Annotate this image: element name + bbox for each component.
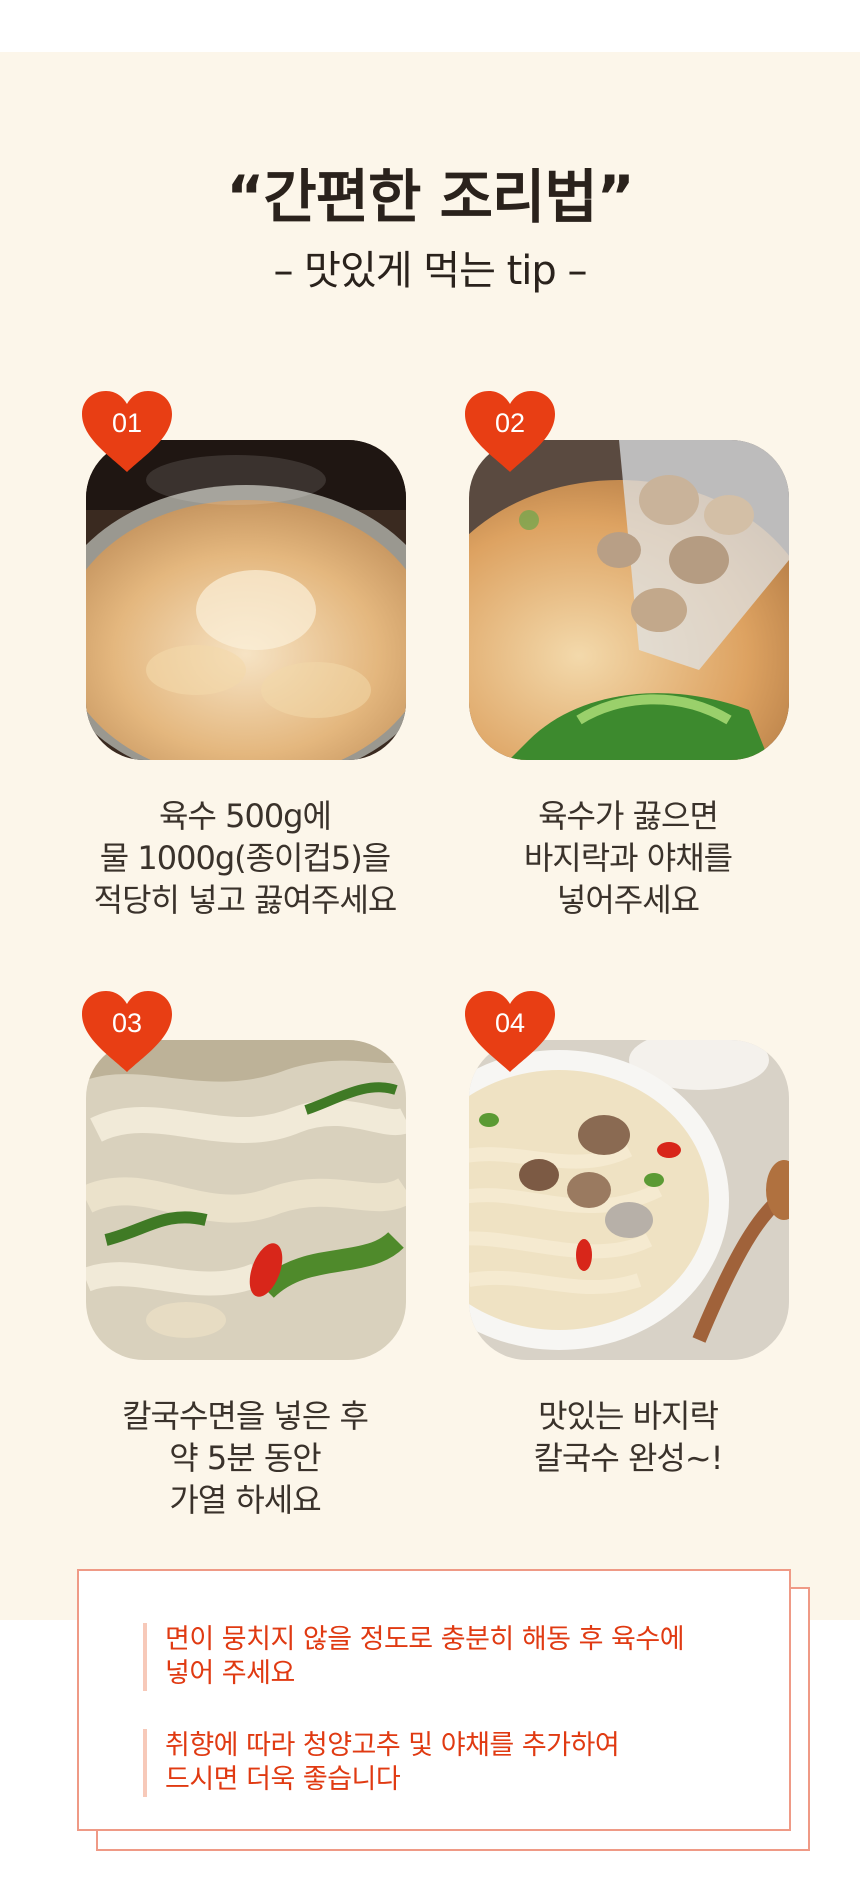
page-subtitle: – 맛있게 먹는 tip – — [273, 248, 587, 294]
note-line: 넣어 주세요 — [165, 1658, 295, 1689]
step-number: 01 — [111, 408, 143, 438]
step-description-line: 가열 하세요 — [169, 1481, 321, 1519]
step-description-line: 적당히 넣고 끓여주세요 — [93, 881, 398, 919]
step-number-badge: 04 — [463, 990, 557, 1074]
step-number-badge: 02 — [463, 390, 557, 474]
step-number-badge: 01 — [80, 390, 174, 474]
step-description-line: 맛있는 바지락 — [538, 1397, 719, 1435]
note-box: 면이 뭉치지 않을 정도로 충분히 해동 후 육수에 넣어 주세요 취향에 따라… — [77, 1569, 791, 1831]
adding-clams-photo — [469, 440, 789, 760]
step-description-line: 육수 500g에 — [159, 797, 332, 835]
step-description: 칼국수면을 넣은 후 약 5분 동안 가열 하세요 — [60, 1395, 430, 1521]
note-line: 면이 뭉치지 않을 정도로 충분히 해동 후 육수에 — [165, 1624, 685, 1655]
note-item: 면이 뭉치지 않을 정도로 충분히 해동 후 육수에 넣어 주세요 — [143, 1623, 765, 1691]
step-description-line: 칼국수면을 넣은 후 — [122, 1397, 369, 1435]
step-number: 03 — [111, 1008, 143, 1038]
cooking-noodles-photo — [86, 1040, 406, 1360]
step-description-line: 넣어주세요 — [556, 881, 700, 919]
step-description-line: 물 1000g(종이컵5)을 — [99, 839, 391, 877]
step-description-line: 칼국수 완성~! — [533, 1439, 723, 1477]
page-title: “간편한 조리법” — [226, 163, 635, 231]
note-line: 드시면 더욱 좋습니다 — [165, 1764, 401, 1795]
finished-kalguksu-photo — [469, 1040, 789, 1360]
note-item: 취향에 따라 청양고추 및 야채를 추가하여 드시면 더욱 좋습니다 — [143, 1729, 765, 1797]
step-description-line: 바지락과 야채를 — [523, 839, 733, 877]
step-description-line: 육수가 끓으면 — [538, 797, 719, 835]
step-number: 02 — [494, 408, 526, 438]
step-description: 육수가 끓으면 바지락과 야채를 넣어주세요 — [443, 795, 813, 921]
step-number: 04 — [494, 1008, 526, 1038]
step-description-line: 약 5분 동안 — [169, 1439, 321, 1477]
note-line: 취향에 따라 청양고추 및 야채를 추가하여 — [165, 1730, 620, 1761]
step-description: 맛있는 바지락 칼국수 완성~! — [443, 1395, 813, 1479]
step-number-badge: 03 — [80, 990, 174, 1074]
step-description: 육수 500g에 물 1000g(종이컵5)을 적당히 넣고 끓여주세요 — [60, 795, 430, 921]
boiling-broth-photo — [86, 440, 406, 760]
